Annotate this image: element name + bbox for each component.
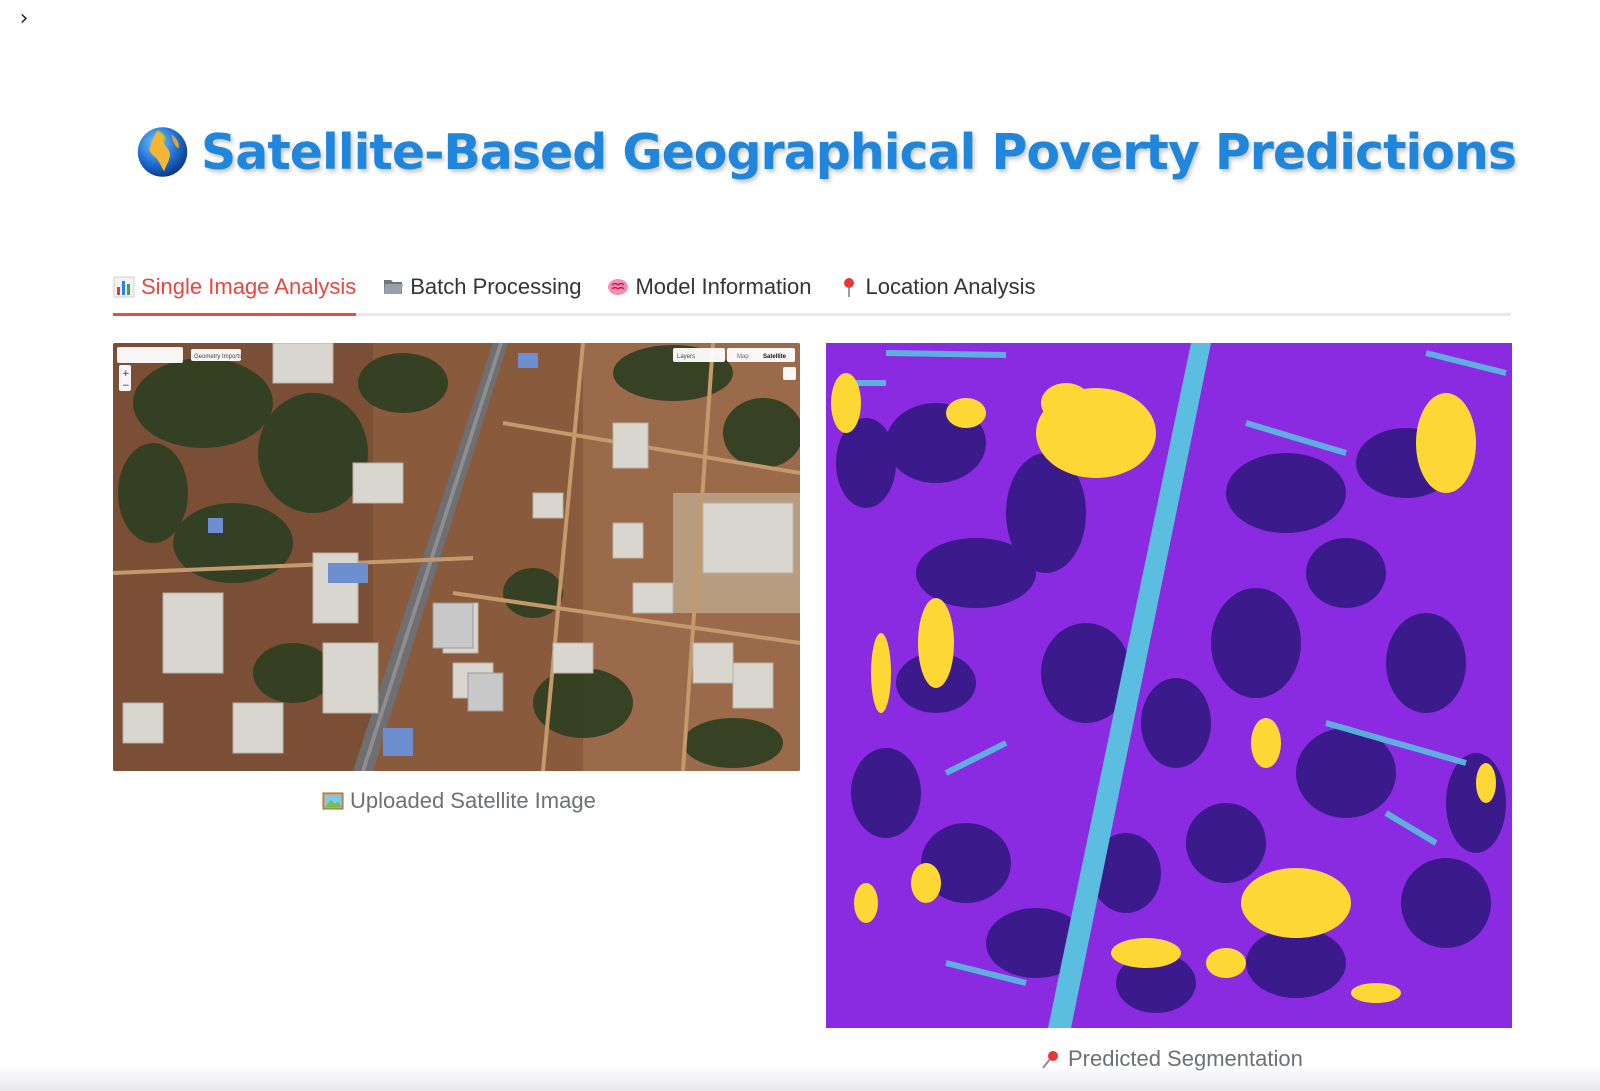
pin-icon bbox=[843, 277, 854, 297]
brain-icon bbox=[608, 278, 629, 295]
geometry-imports-button[interactable]: Geometry Imports bbox=[194, 354, 242, 360]
map-view-button[interactable]: Map bbox=[737, 354, 749, 360]
app-page: › Satellite-Based Geographical Poverty P… bbox=[0, 0, 1600, 1091]
satellite-view-button[interactable]: Satellite bbox=[763, 354, 787, 360]
picture-icon bbox=[322, 792, 344, 810]
layers-button[interactable]: Layers bbox=[677, 354, 695, 360]
tab-label: Model Information bbox=[635, 273, 812, 299]
svg-text:−: − bbox=[122, 381, 130, 391]
tab-batch-processing[interactable]: Batch Processing bbox=[382, 256, 581, 313]
bottom-scroll-shadow bbox=[0, 1065, 1600, 1091]
uploaded-satellite-image: Geometry Imports + − Layers Map Satellit… bbox=[113, 343, 800, 771]
svg-text:+: + bbox=[122, 369, 130, 379]
tab-label: Single Image Analysis bbox=[141, 273, 357, 299]
bar-chart-icon bbox=[113, 276, 135, 297]
tab-label: Location Analysis bbox=[865, 273, 1036, 299]
sidebar-expand-button[interactable]: › bbox=[12, 5, 36, 31]
tab-bar: Single Image Analysis Batch Processing M… bbox=[113, 256, 1511, 316]
tab-single-image-analysis[interactable]: Single Image Analysis bbox=[113, 256, 357, 316]
page-title: Satellite-Based Geographical Poverty Pre… bbox=[136, 112, 1517, 192]
globe-icon bbox=[137, 127, 188, 177]
page-title-text: Satellite-Based Geographical Poverty Pre… bbox=[201, 123, 1517, 181]
caption-text: Uploaded Satellite Image bbox=[350, 788, 596, 813]
predicted-segmentation-image bbox=[826, 343, 1512, 1028]
chevron-right-icon: › bbox=[19, 5, 29, 31]
uploaded-image-caption: Uploaded Satellite Image bbox=[322, 788, 596, 814]
tab-label: Batch Processing bbox=[410, 273, 582, 299]
tab-location-analysis[interactable]: Location Analysis bbox=[838, 256, 1036, 313]
tab-model-information[interactable]: Model Information bbox=[607, 256, 812, 313]
folder-icon bbox=[384, 279, 404, 294]
fullscreen-icon[interactable] bbox=[783, 367, 796, 380]
